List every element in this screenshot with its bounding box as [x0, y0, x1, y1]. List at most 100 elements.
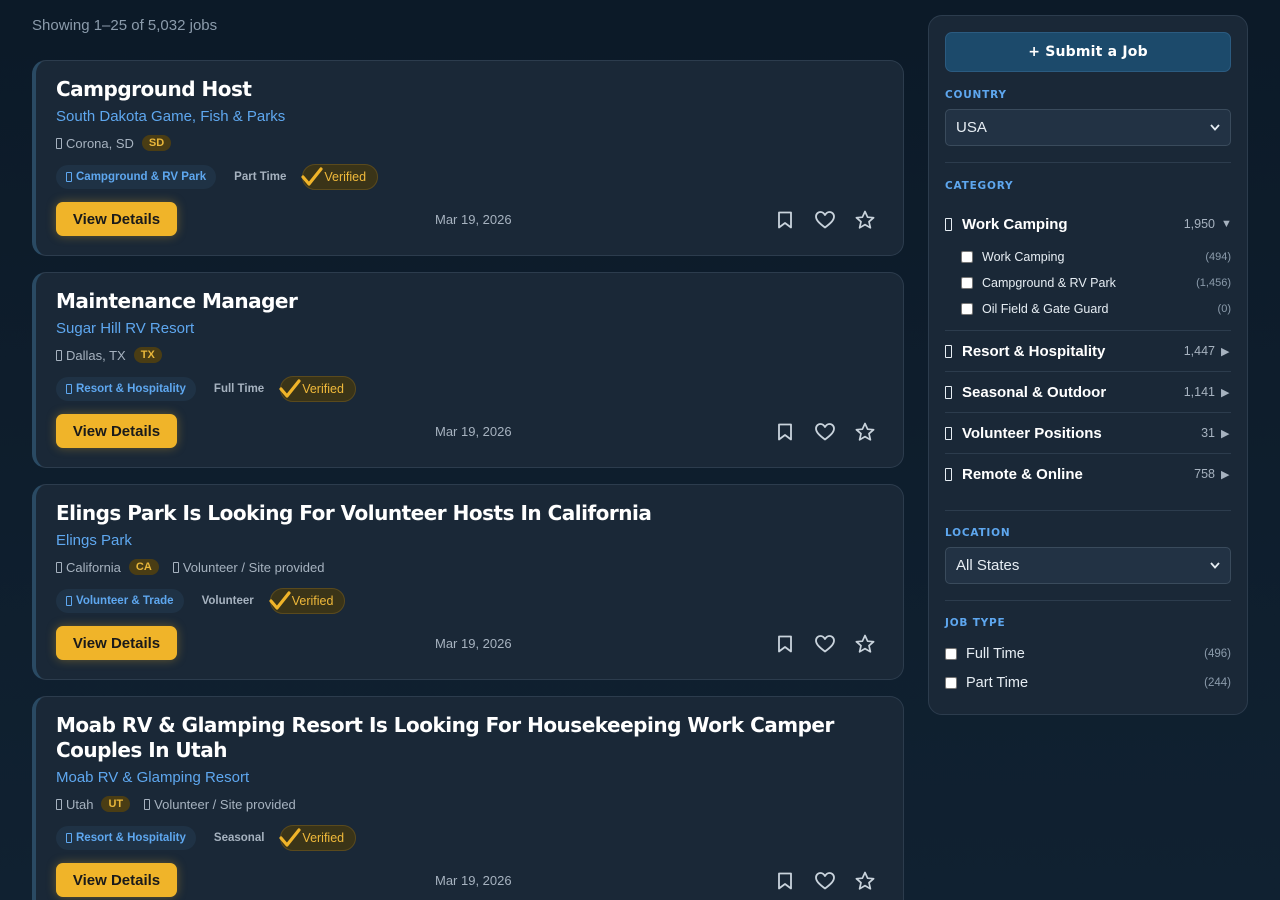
job-type-option[interactable]: Part Time (244) [945, 668, 1231, 697]
checkmark-icon [269, 591, 291, 610]
heart-icon[interactable] [814, 633, 836, 655]
compensation: Volunteer / Site provided [172, 560, 324, 575]
view-details-button[interactable]: View Details [56, 202, 177, 236]
category-tag[interactable]: Resort & Hospitality [56, 826, 196, 850]
subcategory-name: Oil Field & Gate Guard [982, 302, 1109, 316]
job-type-option[interactable]: Full Time (496) [945, 639, 1231, 668]
job-type-name: Part Time [966, 674, 1029, 691]
subcategory-option[interactable]: Campground & RV Park (1,456) [945, 270, 1231, 296]
star-icon[interactable] [854, 209, 876, 231]
job-type: Seasonal [213, 832, 265, 844]
company-link[interactable]: Elings Park [56, 532, 883, 549]
category-group-name: Work Camping [962, 215, 1068, 233]
category-group-seasonal-outdoor[interactable]: Seasonal & Outdoor 1,141 ▶ [945, 372, 1231, 412]
bookmark-icon[interactable] [774, 633, 796, 655]
collapse-arrow-icon[interactable]: ▼ [1221, 218, 1232, 230]
category-group-name: Volunteer Positions [962, 424, 1102, 442]
divider [945, 162, 1231, 163]
compensation: Volunteer / Site provided [144, 797, 296, 812]
view-details-button[interactable]: View Details [56, 414, 177, 448]
company-link[interactable]: Moab RV & Glamping Resort [56, 769, 883, 786]
view-details-button[interactable]: View Details [56, 863, 177, 897]
country-selected: USA [956, 119, 987, 136]
state-badge: CA [128, 559, 159, 575]
location: Utah [56, 797, 93, 812]
category-icon [66, 596, 72, 606]
checkmark-icon [279, 828, 302, 847]
divider [945, 510, 1231, 511]
company-link[interactable]: South Dakota Game, Fish & Parks [56, 108, 883, 125]
company-link[interactable]: Sugar Hill RV Resort [56, 320, 883, 337]
location-select[interactable]: All States [945, 547, 1231, 584]
results-count: Showing 1–25 of 5,032 jobs [32, 17, 218, 34]
subcategory-checkbox[interactable] [961, 277, 973, 289]
category-group-resort-hospitality[interactable]: Resort & Hospitality 1,447 ▶ [945, 331, 1231, 371]
category-group-work-camping[interactable]: Work Camping 1,950 ▼ [945, 204, 1232, 244]
subcategory-option[interactable]: Work Camping (494) [945, 244, 1231, 270]
subcategory-checkbox[interactable] [961, 303, 973, 315]
job-card[interactable]: Moab RV & Glamping Resort Is Looking For… [32, 696, 904, 900]
category-group-name: Seasonal & Outdoor [962, 383, 1107, 401]
country-select[interactable]: USA [945, 109, 1231, 146]
job-card[interactable]: Campground Host South Dakota Game, Fish … [32, 60, 904, 256]
job-type-name: Full Time [966, 645, 1025, 662]
subcategory-count: (0) [1217, 303, 1231, 315]
category-tag[interactable]: Volunteer & Trade [56, 589, 184, 613]
star-icon[interactable] [854, 870, 876, 892]
subcategory-checkbox[interactable] [961, 251, 973, 263]
location: Corona, SD [56, 136, 134, 151]
heart-icon[interactable] [814, 421, 836, 443]
verified-label: Verified [324, 170, 367, 184]
category-label: Resort & Hospitality [76, 383, 186, 395]
job-title[interactable]: Moab RV & Glamping Resort Is Looking For… [56, 713, 883, 763]
category-group-volunteer-positions[interactable]: Volunteer Positions 31 ▶ [945, 413, 1231, 453]
job-meta: Corona, SD SD [56, 134, 883, 152]
compensation-icon [144, 798, 151, 810]
bookmark-icon[interactable] [774, 870, 796, 892]
category-icon [945, 467, 952, 481]
job-type-checkbox[interactable] [945, 676, 957, 689]
category-group-count: 31 [1201, 426, 1215, 440]
location-selected: All States [956, 557, 1020, 574]
view-details-button[interactable]: View Details [56, 626, 177, 660]
chevron-down-icon [1210, 124, 1220, 131]
tags-row: Resort & Hospitality Full Time Verified [56, 376, 883, 402]
job-title[interactable]: Maintenance Manager [56, 289, 883, 314]
location-pin-icon [56, 561, 62, 573]
divider [945, 600, 1231, 601]
category-tag[interactable]: Campground & RV Park [56, 165, 217, 189]
category-group-count: 1,447 [1183, 344, 1215, 358]
submit-job-button[interactable]: + Submit a Job [945, 32, 1231, 72]
category-label: Resort & Hospitality [76, 832, 186, 844]
job-meta: Dallas, TX TX [56, 346, 883, 364]
subcategory-option[interactable]: Oil Field & Gate Guard (0) [945, 296, 1231, 322]
category-group-count: 758 [1194, 467, 1215, 481]
expand-arrow-icon[interactable]: ▶ [1221, 427, 1231, 440]
job-type-count: (496) [1204, 647, 1231, 660]
expand-arrow-icon[interactable]: ▶ [1221, 468, 1231, 481]
expand-arrow-icon[interactable]: ▶ [1221, 386, 1231, 399]
posted-date: Mar 19, 2026 [435, 873, 512, 888]
star-icon[interactable] [854, 421, 876, 443]
category-tag[interactable]: Resort & Hospitality [56, 377, 196, 401]
expand-arrow-icon[interactable]: ▶ [1221, 345, 1231, 358]
job-title[interactable]: Elings Park Is Looking For Volunteer Hos… [56, 501, 883, 526]
card-actions: View Details Mar 19, 2026 [56, 402, 883, 480]
job-title[interactable]: Campground Host [56, 77, 883, 102]
heart-icon[interactable] [814, 870, 836, 892]
bookmark-icon[interactable] [774, 421, 796, 443]
job-card[interactable]: Maintenance Manager Sugar Hill RV Resort… [32, 272, 904, 468]
verified-badge: Verified [279, 825, 357, 851]
job-type-checkbox[interactable] [945, 647, 957, 660]
heart-icon[interactable] [814, 209, 836, 231]
category-group-remote-online[interactable]: Remote & Online 758 ▶ [945, 454, 1231, 494]
compensation-text: Volunteer / Site provided [154, 796, 296, 812]
verified-badge: Verified [269, 588, 346, 614]
verified-label: Verified [302, 382, 344, 396]
category-icon [945, 385, 952, 399]
location-pin-icon [56, 137, 62, 149]
verified-label: Verified [302, 831, 345, 845]
bookmark-icon[interactable] [774, 209, 796, 231]
job-card[interactable]: Elings Park Is Looking For Volunteer Hos… [32, 484, 904, 680]
star-icon[interactable] [854, 633, 876, 655]
